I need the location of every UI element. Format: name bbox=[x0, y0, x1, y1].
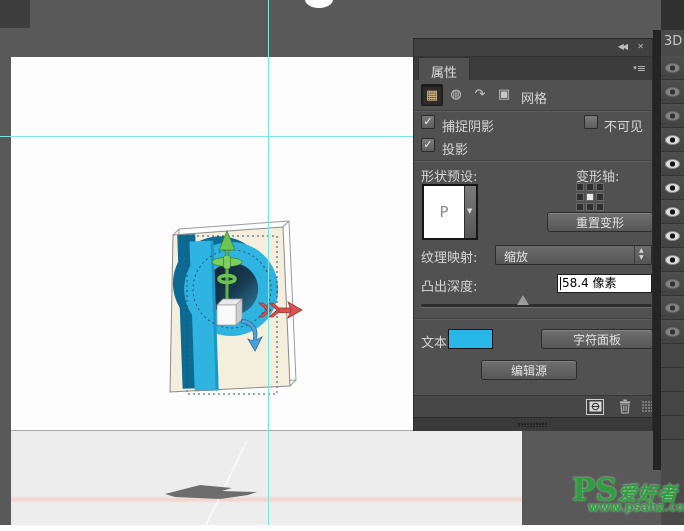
eye-icon bbox=[665, 159, 680, 169]
catch-shadow-row: ✓ 捕捉阴影 不可见 bbox=[414, 115, 652, 133]
empty-layer-cell bbox=[661, 344, 684, 368]
watermark: PS爱好者 www.psahz.com bbox=[572, 476, 684, 506]
collapse-panel-icon[interactable]: ◀◀ bbox=[618, 42, 626, 51]
vertical-guide[interactable] bbox=[268, 0, 269, 525]
close-panel-icon[interactable]: ✕ bbox=[637, 42, 644, 51]
toggle-3d-extras-icon[interactable] bbox=[586, 399, 604, 415]
edit-source-button[interactable]: 编辑源 bbox=[481, 360, 577, 380]
watermark-url: www.psahz.com bbox=[588, 500, 684, 514]
extrusion-depth-slider[interactable] bbox=[421, 304, 652, 307]
filter-mesh-icon[interactable]: ▦ bbox=[421, 84, 443, 106]
visibility-eye-toggle[interactable] bbox=[661, 248, 684, 272]
eye-icon bbox=[665, 87, 680, 97]
panel-dock-gap bbox=[653, 30, 661, 470]
panel-menu-icon[interactable]: ▾≡ bbox=[633, 62, 646, 75]
eye-icon bbox=[665, 279, 680, 289]
reset-deform-button[interactable]: 重置变形 bbox=[547, 212, 653, 232]
empty-layer-cell bbox=[661, 368, 684, 392]
photoshop-workspace: P bbox=[0, 0, 684, 525]
extrusion-slider-thumb[interactable] bbox=[517, 295, 529, 305]
preset-dropdown-strip[interactable]: ▼ bbox=[464, 186, 476, 238]
eye-icon bbox=[665, 63, 680, 73]
delete-trash-icon[interactable] bbox=[618, 399, 632, 417]
horizontal-guide[interactable] bbox=[0, 136, 413, 137]
dropdown-arrows: ▲ ▼ bbox=[634, 246, 651, 264]
toolbar-corner-fragment bbox=[0, 0, 30, 28]
panel-content: ▦ ◍ ↷ ▣ 网格 ✓ 捕捉阴影 不可见 ✓ 投影 形状预设: 变形轴: P bbox=[414, 80, 652, 395]
separator bbox=[414, 160, 652, 162]
texture-mapping-dropdown[interactable]: 缩放 ▲ ▼ bbox=[495, 245, 652, 265]
eye-icon bbox=[665, 303, 680, 313]
eye-icon bbox=[665, 231, 680, 241]
cast-shadow-row: ✓ 投影 bbox=[414, 138, 652, 156]
mesh-filter-row: ▦ ◍ ↷ ▣ 网格 bbox=[414, 83, 652, 109]
filter-deform-icon[interactable]: ↷ bbox=[469, 84, 491, 106]
cast-shadow-label: 投影 bbox=[442, 139, 468, 158]
eye-icon bbox=[665, 111, 680, 121]
menu-lines-icon: ≡ bbox=[637, 62, 646, 75]
panel-bottom-strip bbox=[414, 417, 652, 431]
eye-icon bbox=[665, 183, 680, 193]
letter-glyph-label: P bbox=[198, 376, 204, 387]
filter-coordinates-icon[interactable]: ▣ bbox=[493, 84, 515, 106]
visibility-eye-toggle[interactable] bbox=[661, 152, 684, 176]
mesh-section-label: 网格 bbox=[521, 88, 547, 107]
panel-titlebar[interactable]: ◀◀ ✕ bbox=[414, 39, 652, 57]
visibility-eye-toggle[interactable] bbox=[661, 80, 684, 104]
visibility-eye-toggle[interactable] bbox=[661, 272, 684, 296]
character-panel-button[interactable]: 字符面板 bbox=[541, 329, 653, 349]
strip-corner bbox=[661, 0, 684, 30]
visibility-eye-toggle[interactable] bbox=[661, 320, 684, 344]
deform-axis-grid[interactable] bbox=[576, 183, 606, 213]
texture-mapping-label: 纹理映射: bbox=[421, 247, 477, 266]
invisible-label: 不可见 bbox=[604, 116, 643, 135]
clipped-white-shape bbox=[305, 0, 333, 8]
visibility-eye-toggle[interactable] bbox=[661, 104, 684, 128]
invisible-checkbox[interactable] bbox=[584, 115, 598, 129]
panel-tabbar: 属性 ▾≡ bbox=[414, 57, 652, 80]
visibility-eye-toggle[interactable] bbox=[661, 224, 684, 248]
panel-drag-handle[interactable] bbox=[518, 423, 548, 427]
eye-icon bbox=[665, 255, 680, 265]
cast-shadow-checkbox[interactable]: ✓ bbox=[421, 138, 435, 152]
shape-preset-label: 形状预设: bbox=[421, 166, 477, 185]
filter-materials-icon[interactable]: ◍ bbox=[445, 84, 467, 106]
text-label: 文本: bbox=[421, 332, 451, 351]
shape-preset-thumbnail[interactable]: P ▼ bbox=[422, 184, 478, 240]
catch-shadow-label: 捕捉阴影 bbox=[442, 116, 494, 135]
panel-footer bbox=[414, 395, 652, 417]
object-cast-shadow bbox=[160, 478, 280, 506]
visibility-eye-toggle[interactable] bbox=[661, 200, 684, 224]
3d-panel-tab-label[interactable]: 3D bbox=[664, 34, 682, 49]
gizmo-center-cube[interactable] bbox=[217, 299, 242, 325]
properties-panel: ◀◀ ✕ 属性 ▾≡ ▦ ◍ ↷ ▣ 网格 ✓ 捕捉阴影 不可见 ✓ bbox=[413, 38, 653, 431]
tab-properties[interactable]: 属性 bbox=[418, 57, 470, 80]
visibility-eye-toggle[interactable] bbox=[661, 296, 684, 320]
extrusion-depth-label: 凸出深度: bbox=[421, 276, 477, 295]
extrusion-depth-input[interactable]: 58.4 像素 bbox=[557, 274, 652, 293]
eye-strip-cells bbox=[661, 56, 684, 440]
panel-resize-grip[interactable] bbox=[642, 401, 652, 413]
text-caret bbox=[560, 277, 561, 290]
separator bbox=[414, 110, 652, 112]
extrusion-depth-value: 58.4 像素 bbox=[562, 276, 617, 290]
catch-shadow-checkbox[interactable]: ✓ bbox=[421, 115, 435, 129]
preset-dropdown-arrow-icon: ▼ bbox=[467, 207, 472, 215]
eye-icon bbox=[665, 327, 680, 337]
eye-icon bbox=[665, 135, 680, 145]
dropdown-up-icon: ▲ bbox=[639, 247, 644, 254]
visibility-eye-toggle[interactable] bbox=[661, 176, 684, 200]
preset-letter-preview: P bbox=[424, 186, 464, 238]
3d-layers-strip: 3D bbox=[661, 0, 684, 525]
eye-icon bbox=[665, 207, 680, 217]
dropdown-down-icon: ▼ bbox=[639, 254, 644, 261]
visibility-eye-toggle[interactable] bbox=[661, 56, 684, 80]
text-color-swatch[interactable] bbox=[448, 329, 493, 349]
separator bbox=[414, 318, 652, 320]
texture-mapping-value: 缩放 bbox=[504, 248, 528, 265]
empty-layer-cell bbox=[661, 416, 684, 440]
visibility-eye-toggle[interactable] bbox=[661, 128, 684, 152]
empty-layer-cell bbox=[661, 392, 684, 416]
3d-object-viewport[interactable]: P bbox=[160, 213, 330, 408]
